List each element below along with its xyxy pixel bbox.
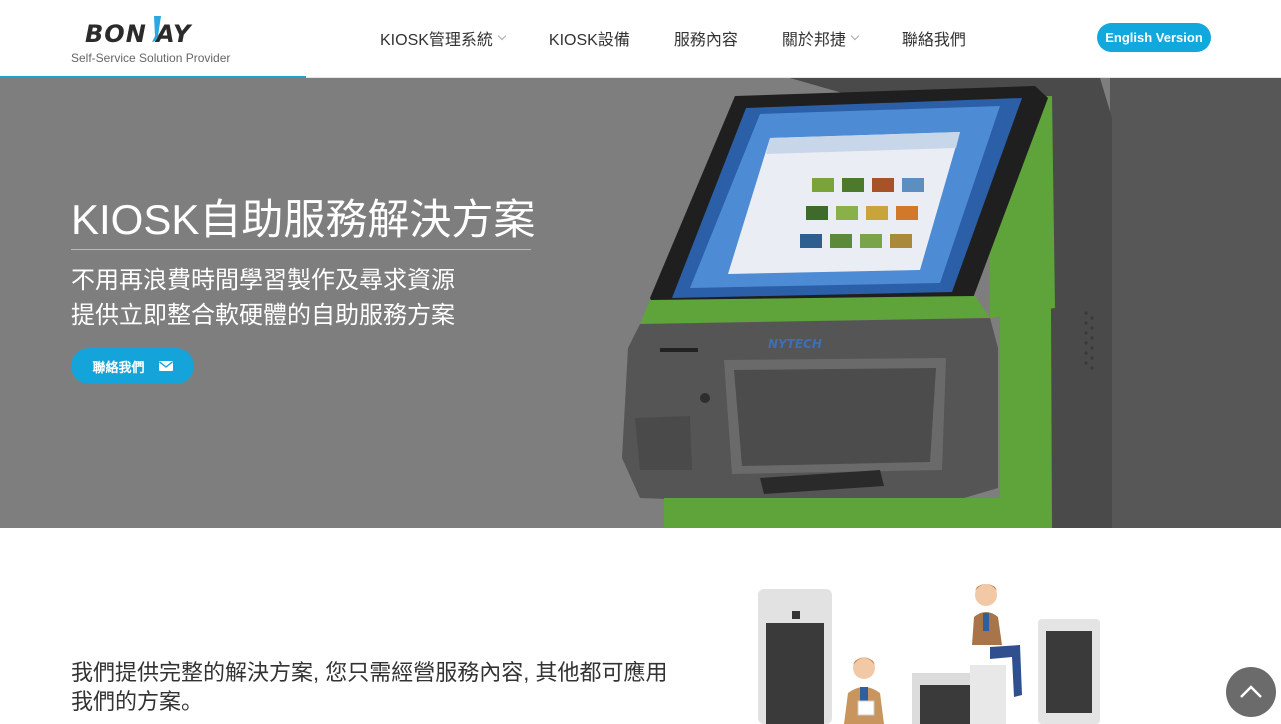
contact-us-button[interactable]: 聯絡我們 xyxy=(71,348,194,384)
nav-item-about[interactable]: 關於邦捷 xyxy=(781,26,860,50)
hero-banner: NYTECH KIOSK自助服務解決方案 不用再浪費時間學習製作及尋求資源 提供… xyxy=(0,78,1281,528)
kiosk-brand-label: NYTECH xyxy=(768,337,822,351)
nav-item-kiosk-devices[interactable]: KIOSK設備 xyxy=(549,26,630,50)
main-nav: KIOSK管理系統 KIOSK設備 服務內容 關於邦捷 聯絡我們 xyxy=(380,26,1010,50)
hero-subtitle-line-2: 提供立即整合軟硬體的自助服務方案 xyxy=(71,302,455,329)
chevron-up-icon xyxy=(1240,685,1262,698)
logo-wordmark: BON AY xyxy=(85,20,192,48)
logo[interactable]: BON AY Self-Service Solution Provider xyxy=(71,14,231,66)
hero-title: KIOSK自助服務解決方案 xyxy=(71,196,536,243)
nav-item-kiosk-system[interactable]: KIOSK管理系統 xyxy=(380,26,507,50)
envelope-icon xyxy=(158,361,173,371)
intro-text: 我們提供完整的解決方案, 您只需經營服務內容, 其他都可應用我們的方案。 xyxy=(71,660,668,714)
nav-item-label: KIOSK設備 xyxy=(548,32,630,49)
logo-accent-icon xyxy=(152,16,161,42)
nav-item-label: 關於邦捷 xyxy=(781,32,846,49)
hero-divider xyxy=(71,249,531,250)
hero-subtitle-line-1: 不用再浪費時間學習製作及尋求資源 xyxy=(71,267,455,294)
nav-item-services[interactable]: 服務內容 xyxy=(674,26,738,50)
nav-item-label: 聯絡我們 xyxy=(901,32,966,49)
kiosk-users-illustration xyxy=(758,584,1100,724)
english-version-button[interactable]: English Version xyxy=(1097,23,1211,52)
site-header: BON AY Self-Service Solution Provider KI… xyxy=(0,0,1281,78)
nav-item-label: KIOSK管理系統 xyxy=(380,32,493,49)
chevron-down-icon xyxy=(497,31,507,41)
contact-us-label: 聯絡我們 xyxy=(92,359,145,375)
nav-item-label: 服務內容 xyxy=(673,32,738,49)
scroll-to-top-button[interactable] xyxy=(1226,667,1276,717)
nav-item-contact[interactable]: 聯絡我們 xyxy=(902,26,966,50)
chevron-down-icon xyxy=(850,31,860,41)
logo-tagline: Self-Service Solution Provider xyxy=(71,51,231,65)
